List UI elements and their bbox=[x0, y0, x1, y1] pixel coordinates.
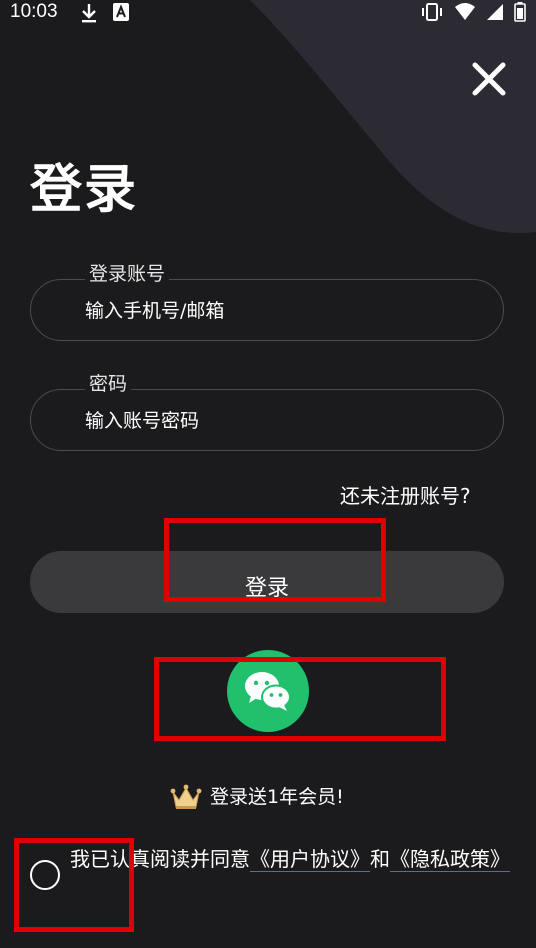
login-button[interactable]: 登录 bbox=[30, 551, 504, 613]
crown-icon bbox=[170, 784, 202, 809]
agreement-radio[interactable] bbox=[30, 860, 60, 890]
agreement-prefix: 我已认真阅读并同意 bbox=[70, 847, 250, 871]
vibrate-icon bbox=[422, 3, 442, 21]
page-title: 登录 bbox=[30, 160, 139, 220]
password-label: 密码 bbox=[85, 372, 132, 396]
close-icon bbox=[472, 62, 506, 96]
wifi-icon bbox=[455, 3, 475, 20]
wechat-login-button[interactable] bbox=[227, 650, 309, 732]
login-screen: 10:03 登录 登录账号 输入手机号/邮箱 密码 还未注册账号? 登录 登录送… bbox=[0, 0, 536, 948]
agreement-and: 和 bbox=[370, 847, 390, 871]
privacy-policy-link[interactable]: 《隐私政策》 bbox=[390, 847, 510, 872]
app-icon bbox=[113, 3, 129, 21]
promo-text: 登录送1年会员! bbox=[210, 786, 344, 808]
close-button[interactable] bbox=[466, 56, 512, 102]
status-bar: 10:03 bbox=[0, 0, 536, 26]
password-input[interactable] bbox=[85, 404, 465, 438]
user-agreement-link[interactable]: 《用户协议》 bbox=[250, 847, 370, 872]
promo-banner: 登录送1年会员! bbox=[170, 783, 344, 811]
password-field[interactable]: 密码 bbox=[30, 372, 504, 451]
wechat-icon bbox=[245, 672, 291, 711]
register-link[interactable]: 还未注册账号? bbox=[340, 482, 471, 510]
download-icon bbox=[82, 4, 96, 23]
signal-icon bbox=[487, 4, 503, 20]
account-label: 登录账号 bbox=[85, 262, 170, 286]
agreement-text: 我已认真阅读并同意《用户协议》和《隐私政策》 bbox=[70, 843, 510, 875]
status-time: 10:03 bbox=[10, 1, 58, 22]
account-field[interactable]: 登录账号 bbox=[30, 262, 504, 341]
battery-icon bbox=[514, 2, 526, 22]
account-input[interactable] bbox=[85, 294, 465, 328]
